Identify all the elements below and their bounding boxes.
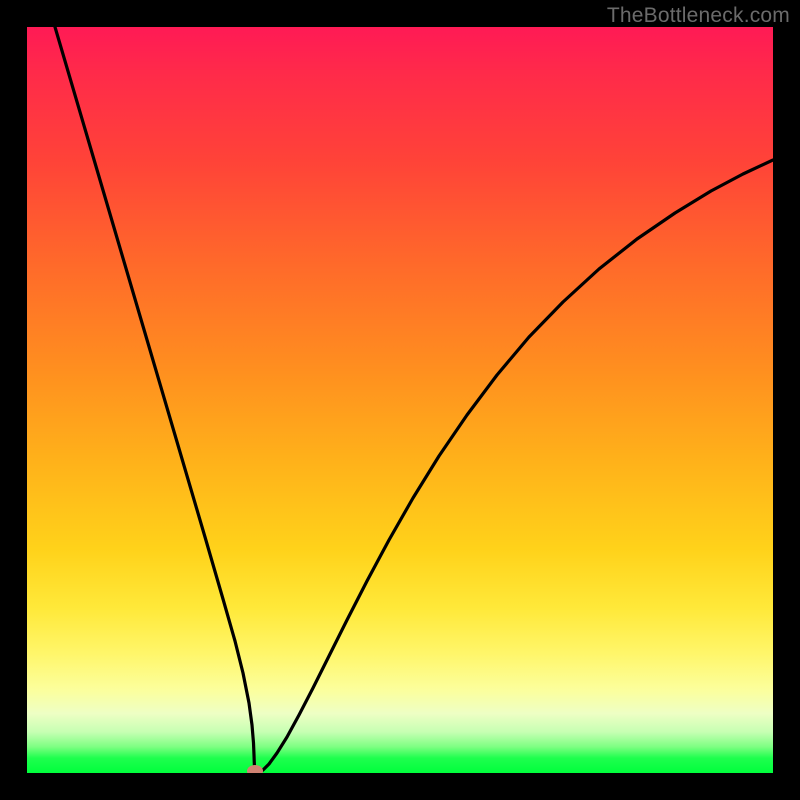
chart-stage: TheBottleneck.com [0, 0, 800, 800]
watermark-text: TheBottleneck.com [607, 4, 790, 28]
bottleneck-curve [27, 27, 773, 773]
plot-area [27, 27, 773, 773]
optimal-point-marker [247, 765, 263, 773]
